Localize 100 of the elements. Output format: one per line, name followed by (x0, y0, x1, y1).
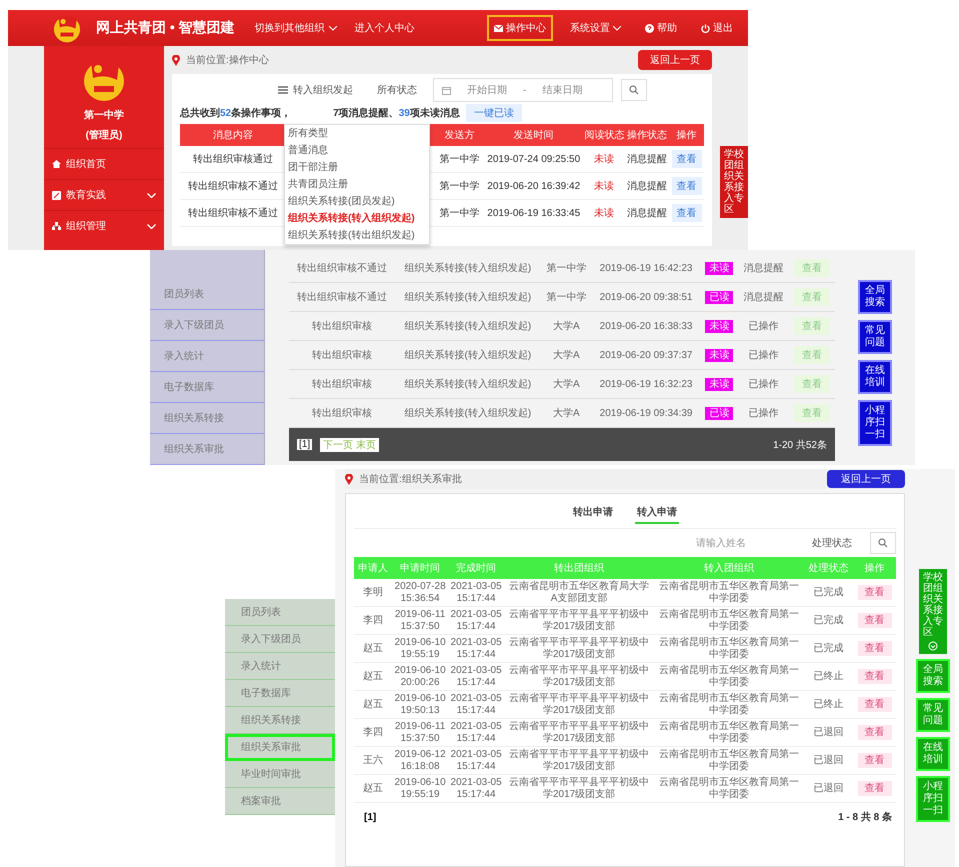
tab[interactable]: 转出申请 (571, 502, 615, 524)
page-link[interactable]: [1] (297, 439, 312, 450)
table-cell: 大学A (540, 312, 592, 340)
header-link[interactable]: 帮助 (640, 17, 682, 39)
sidebar-item[interactable]: 组织关系转接 (225, 707, 335, 734)
read-status: 未读 (705, 349, 734, 362)
side-tag[interactable]: 学校团组织关系接入专区 (919, 569, 947, 654)
dropdown-option[interactable]: 组织关系转接(团员发起) (285, 193, 429, 210)
back-button[interactable]: 返回上一页 (827, 470, 905, 488)
float-button[interactable]: 小程序扫一扫 (916, 776, 950, 822)
table-cell: 云南省平平市平平县平平初级中学2017级团支部 (504, 746, 654, 774)
table-cell: 组织关系转接(转入组织发起) (394, 254, 541, 282)
sidebar-item[interactable]: 电子数据库 (225, 680, 335, 707)
edit-icon (52, 190, 61, 200)
date-range-field[interactable]: 开始日期 - 结束日期 (433, 78, 613, 102)
table-cell: 已终止 (804, 690, 854, 718)
float-button[interactable]: 全局搜索 (858, 280, 892, 314)
table-cell: 云南省昆明市五华区教育局大学A支部团支部 (504, 579, 654, 606)
dropdown-option[interactable]: 组织关系转接(转入组织发起) (285, 210, 429, 227)
table-cell: 2019-06-11 15:37:50 (392, 606, 448, 634)
table-cell: 2021-03-05 15:17:44 (448, 746, 504, 774)
side-tag[interactable]: 学校团组织关系接入专区 (720, 146, 748, 218)
table-cell: 转出组织审核不通过 (289, 254, 395, 282)
sidebar-item[interactable]: 毕业时间审批 (225, 761, 335, 788)
calendar-icon (442, 86, 451, 94)
tab[interactable]: 转入申请 (635, 502, 679, 524)
table-cell: 李四 (354, 718, 392, 746)
dropdown-option[interactable]: 所有类型 (285, 125, 429, 142)
org-name: 第一中学 (84, 108, 124, 122)
view-button[interactable]: 查看 (858, 668, 892, 684)
float-button[interactable]: 在线培训 (916, 737, 950, 771)
view-button[interactable]: 查看 (858, 752, 892, 768)
sidebar-item[interactable]: 录入下级团员 (225, 626, 335, 653)
table-cell: 2019-07-24 09:25:50 (484, 146, 584, 172)
search-button[interactable] (870, 532, 896, 554)
nav-link[interactable]: 进入个人中心 (352, 19, 417, 37)
column-header: 消息内容 (180, 124, 286, 146)
header-link[interactable]: 操作中心 (489, 17, 551, 39)
table-cell: 云南省平平市平平县平平初级中学2017级团支部 (504, 718, 654, 746)
view-button[interactable]: 查看 (672, 150, 702, 168)
table-cell: 2019-06-10 20:00:26 (392, 662, 448, 690)
table-cell: 已完成 (804, 579, 854, 606)
table-cell: 组织关系转接(转入组织发起) (394, 282, 541, 312)
view-button[interactable]: 查看 (858, 640, 892, 656)
table-cell: 2019-06-19 16:42:23 (592, 254, 701, 282)
dropdown-option[interactable]: 组织关系转接(转出组织发起) (285, 227, 429, 244)
search-button[interactable] (621, 79, 647, 101)
column-header: 发送时间 (484, 124, 584, 146)
table-cell: 王六 (354, 746, 392, 774)
table-cell: 2019-06-20 09:38:51 (592, 282, 701, 312)
table-cell: 第一中学 (434, 146, 484, 172)
sidebar-item[interactable]: 组织首页 (44, 148, 164, 179)
sidebar-item[interactable]: 团员列表 (225, 599, 335, 626)
float-button[interactable]: 全局搜索 (916, 659, 950, 693)
view-button[interactable]: 查看 (858, 612, 892, 628)
view-button[interactable]: 查看 (672, 204, 702, 222)
view-button[interactable]: 查看 (672, 177, 702, 195)
dropdown-option[interactable]: 共青团员注册 (285, 176, 429, 193)
page-link[interactable]: [1] (358, 810, 382, 824)
table-cell: 已退回 (804, 718, 854, 746)
view-button[interactable]: 查看 (858, 724, 892, 740)
table-cell: 2019-06-10 19:55:19 (392, 774, 448, 802)
dropdown-option[interactable]: 团干部注册 (285, 159, 429, 176)
table-cell: 第一中学 (540, 254, 592, 282)
table-cell: 未读 (584, 200, 624, 226)
table-cell: 已退回 (804, 774, 854, 802)
sidebar-item[interactable]: 录入统计 (225, 653, 335, 680)
search-icon (878, 538, 888, 548)
column-header: 转入团组织 (654, 557, 804, 579)
float-button[interactable]: 在线培训 (858, 360, 892, 394)
table-cell: 2019-06-10 19:50:13 (392, 690, 448, 718)
table-cell: 云南省昆明市五华区教育局第一中学团委 (654, 746, 804, 774)
home-icon (52, 160, 61, 168)
view-button[interactable]: 查看 (858, 696, 892, 712)
view-button[interactable]: 查看 (858, 584, 892, 600)
caret-icon (613, 26, 621, 30)
nav-link[interactable]: 切换到其他组织 (252, 19, 339, 37)
sidebar-item[interactable]: 教育实践 (44, 179, 164, 210)
float-button[interactable]: 常见问题 (916, 698, 950, 732)
view-button[interactable]: 查看 (858, 780, 892, 796)
table-cell: 2019-06-20 09:37:37 (592, 340, 701, 370)
table-cell: 2020-07-28 15:36:54 (392, 579, 448, 606)
sidebar-item[interactable]: 档案审批 (225, 788, 335, 815)
table-cell: 2019-06-20 16:38:33 (592, 312, 701, 340)
sidebar-item[interactable]: 组织关系审批 (225, 734, 335, 761)
mark-all-read-button[interactable]: 一键已读 (466, 104, 522, 122)
float-button[interactable]: 小程序扫一扫 (858, 400, 892, 446)
table-cell: 2021-03-05 15:17:44 (448, 774, 504, 802)
table-cell: 云南省平平市平平县平平初级中学2017级团支部 (504, 690, 654, 718)
dropdown-option[interactable]: 普通消息 (285, 142, 429, 159)
breadcrumb: 当前位置:操作中心 (186, 54, 270, 67)
table-cell: 转出组织审核 (289, 312, 395, 340)
next-last-link[interactable]: 下一页 末页 (320, 438, 379, 452)
header-link[interactable]: 退出 (696, 17, 738, 39)
back-button[interactable]: 返回上一页 (638, 50, 712, 70)
summary-text: 总共收到52条操作事项， (180, 106, 292, 120)
header-link[interactable]: 系统设置 (565, 17, 626, 39)
table-cell: 第一中学 (540, 282, 592, 312)
sidebar-item[interactable]: 组织管理 (44, 210, 164, 241)
float-button[interactable]: 常见问题 (858, 320, 892, 354)
